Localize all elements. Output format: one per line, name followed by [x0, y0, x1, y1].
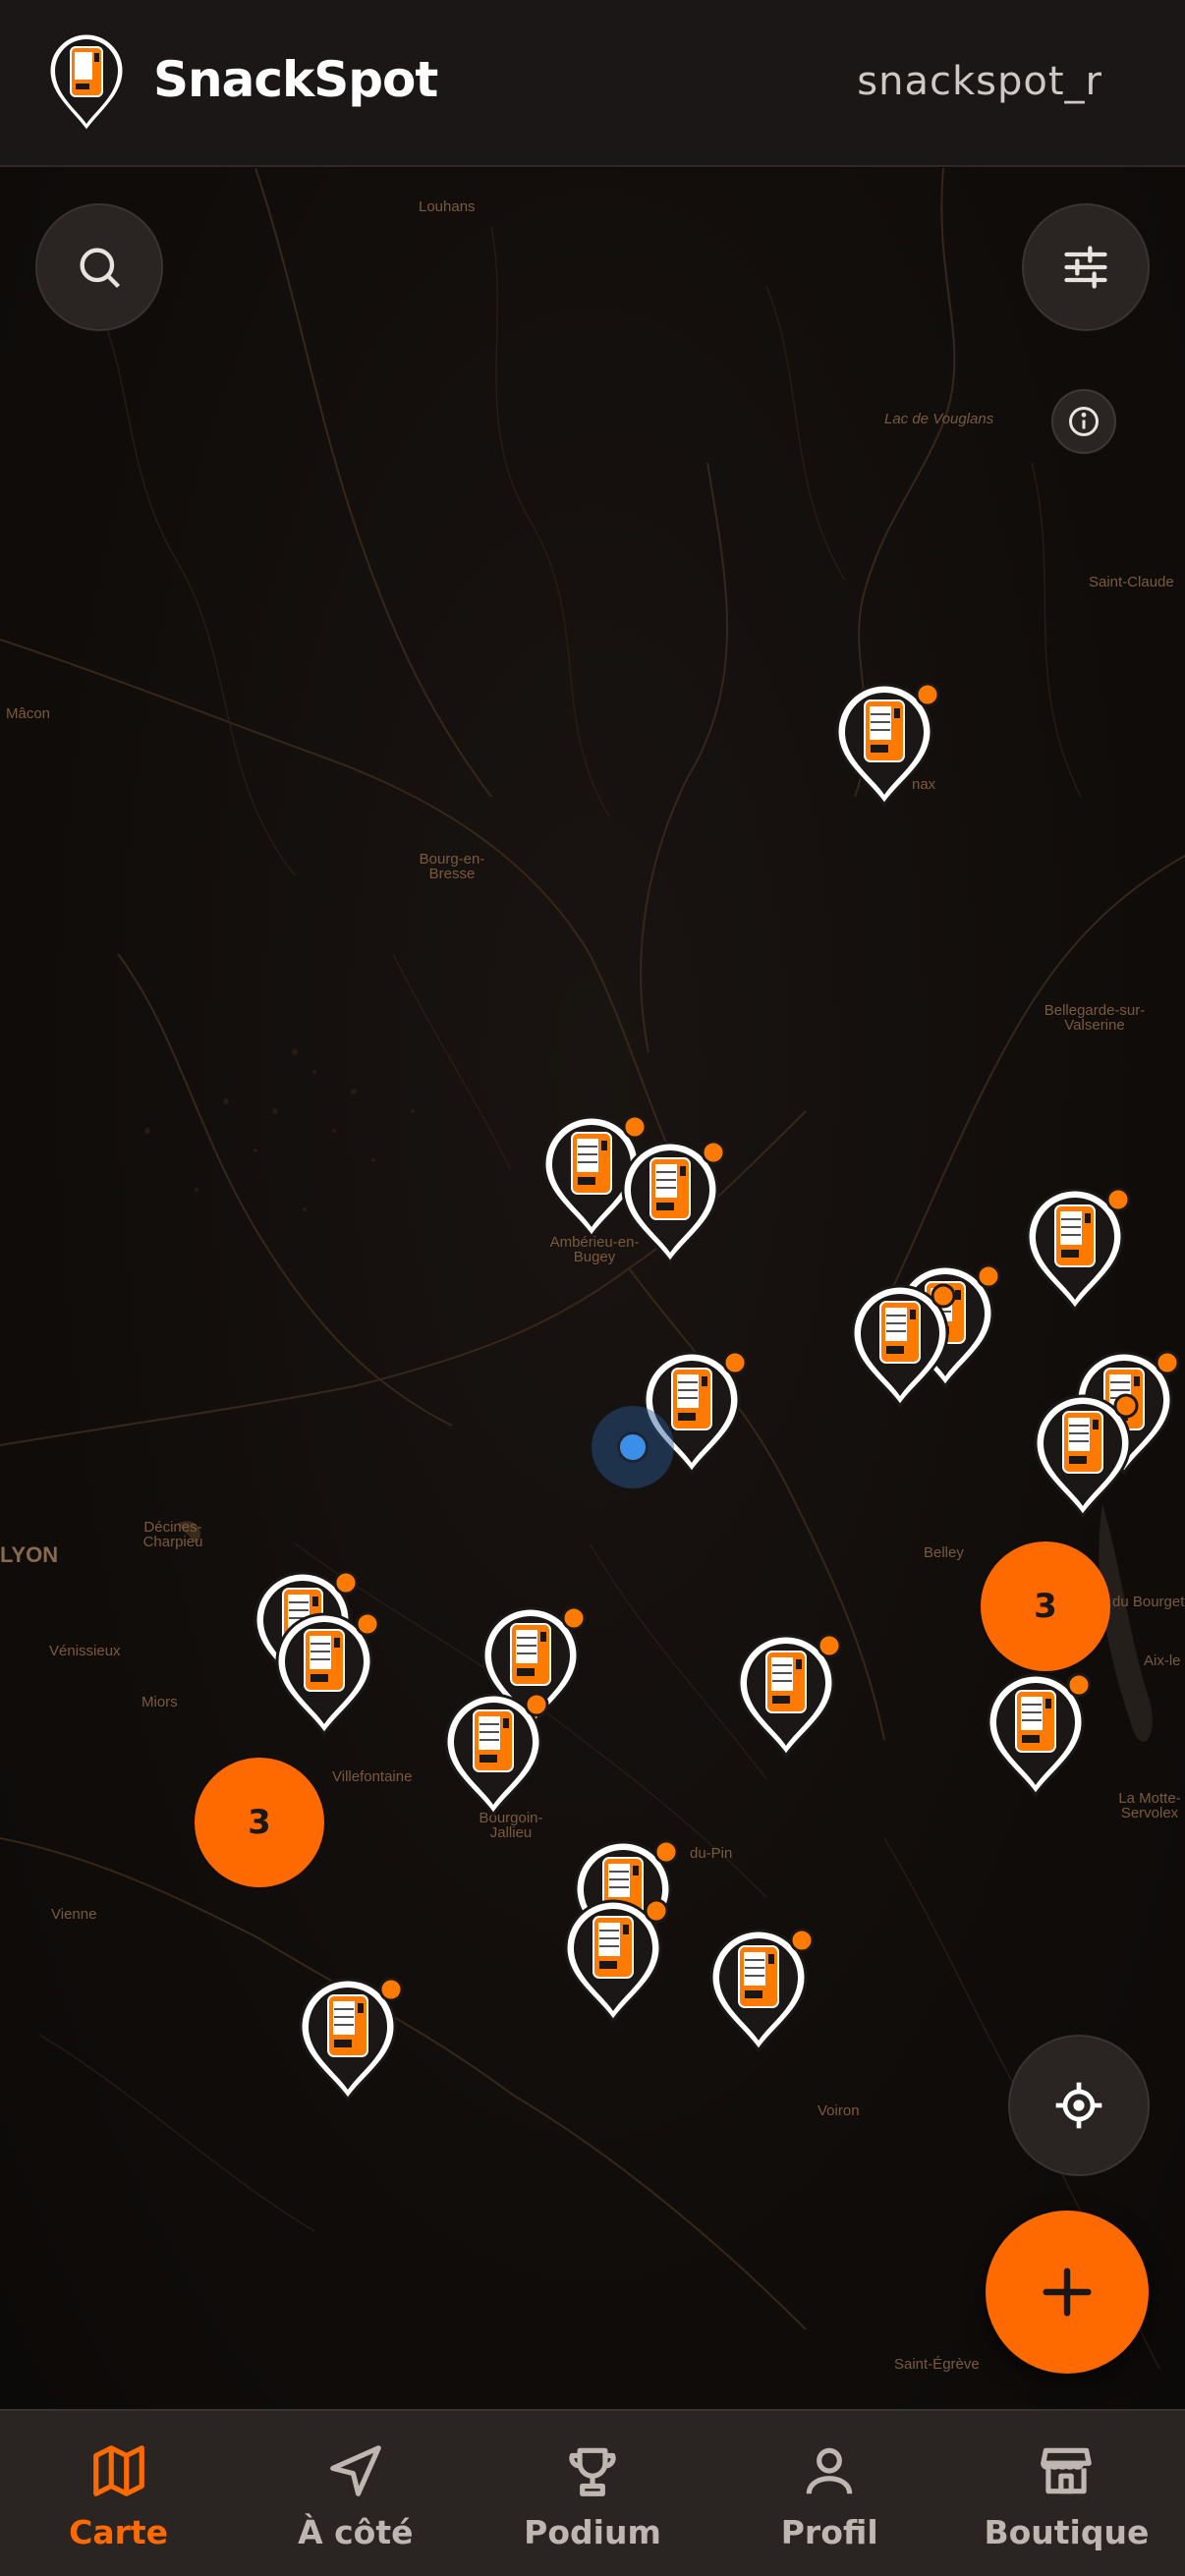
vending-machine-pin-icon[interactable] [271, 1608, 381, 1738]
vending-machine-pin-icon[interactable] [705, 1925, 816, 2054]
place-label: Voiron [818, 2102, 860, 2119]
place-label: du Bourget [1112, 1594, 1185, 1610]
place-label: Bellegarde-sur-Valserine [1044, 1002, 1146, 1034]
plus-icon [1043, 2268, 1092, 2317]
map-view[interactable]: Louhans Lac de Vouglans Saint-Claude Mâc… [0, 168, 1185, 2409]
bottom-navigation: Carte À côté Podium Profil Boutique [0, 2409, 1185, 2576]
vending-machine-pin-icon[interactable] [560, 1895, 670, 2025]
vending-machine-pin-icon[interactable] [847, 1280, 957, 1410]
app-title: SnackSpot [153, 51, 438, 108]
vending-machine-pin-icon[interactable] [1022, 1184, 1132, 1314]
nav-item-boutique[interactable]: Boutique [948, 2411, 1185, 2576]
nav-label: Carte [69, 2513, 169, 2551]
navigation-arrow-icon [329, 2445, 381, 2496]
user-icon [806, 2447, 853, 2494]
place-label: Bourg-en-Bresse [419, 851, 485, 882]
snackspot-logo-icon [47, 31, 126, 134]
place-label: Belley [924, 1544, 964, 1561]
nav-label: À côté [298, 2513, 414, 2551]
info-button[interactable] [1051, 389, 1116, 454]
place-label: Mâcon [6, 705, 51, 722]
nav-item-podium[interactable]: Podium [474, 2411, 710, 2576]
info-icon [1069, 407, 1099, 436]
crosshair-icon [1055, 2082, 1102, 2129]
vending-machine-pin-icon[interactable] [1030, 1390, 1140, 1520]
app-header: SnackSpot snackspot_r [0, 0, 1185, 167]
vending-machine-pin-icon[interactable] [440, 1689, 550, 1819]
place-label: Vienne [51, 1906, 97, 1923]
nav-label: Boutique [984, 2513, 1150, 2551]
place-label: Saint-Claude [1089, 574, 1174, 590]
place-label: Décines-Charpieu [142, 1519, 203, 1550]
place-label: Saint-Égrève [894, 2356, 980, 2373]
current-location-marker [592, 1406, 674, 1488]
place-label: Lac de Vouglans [884, 411, 994, 427]
map-icon [92, 2445, 144, 2496]
vending-machine-pin-icon[interactable] [733, 1630, 843, 1760]
vending-machine-pin-icon[interactable] [983, 1669, 1093, 1799]
locate-me-button[interactable] [1008, 2035, 1150, 2176]
add-spot-button[interactable] [986, 2211, 1149, 2374]
place-label: Louhans [419, 198, 476, 215]
vending-machine-pin-icon[interactable] [617, 1137, 727, 1266]
sliders-icon [1064, 246, 1107, 289]
place-label: du-Pin [690, 1845, 733, 1862]
place-label: LYON [0, 1542, 59, 1567]
place-label: Vénissieux [49, 1643, 121, 1659]
place-label: Villefontaine [332, 1768, 413, 1785]
map-base-layer [0, 168, 1185, 2370]
nav-item-carte[interactable]: Carte [0, 2411, 237, 2576]
username-label[interactable]: snackspot_r [857, 59, 1102, 104]
place-label: La Motte-Servolex [1118, 1790, 1181, 1821]
nav-item-a-cote[interactable]: À côté [237, 2411, 474, 2576]
nav-label: Profil [780, 2513, 878, 2551]
nav-item-profil[interactable]: Profil [711, 2411, 948, 2576]
place-label: Aix-le [1144, 1652, 1181, 1669]
store-icon [1041, 2447, 1093, 2494]
search-button[interactable] [35, 203, 163, 331]
vending-machine-pin-icon[interactable] [295, 1974, 405, 2103]
filters-button[interactable] [1022, 203, 1150, 331]
nav-label: Podium [524, 2513, 661, 2551]
trophy-icon [569, 2447, 616, 2496]
search-icon [80, 248, 121, 289]
location-dot [617, 1431, 649, 1463]
vending-machine-pin-icon[interactable] [831, 679, 941, 809]
place-label: Miors [141, 1694, 178, 1710]
map-cluster[interactable]: 3 [981, 1541, 1110, 1671]
map-cluster[interactable]: 3 [195, 1758, 324, 1887]
